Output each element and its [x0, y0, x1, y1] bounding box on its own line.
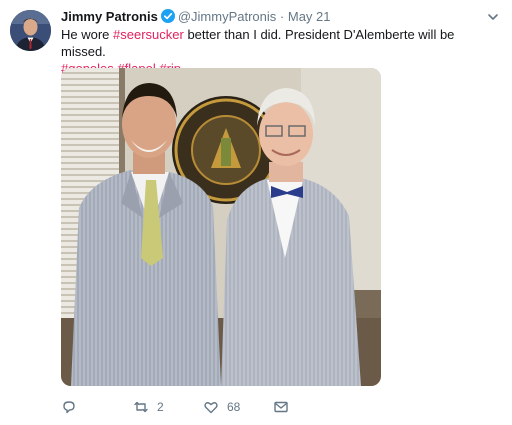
tweet-text-part: He wore: [61, 27, 114, 42]
tweet-actions: 2 68: [61, 396, 381, 418]
tweet-photo[interactable]: [61, 68, 381, 386]
tweet-header: Jimmy Patronis @JimmyPatronis · May 21: [61, 9, 331, 25]
like-count: 68: [227, 400, 241, 414]
tweet-date[interactable]: May 21: [288, 9, 331, 24]
user-handle[interactable]: @JimmyPatronis: [178, 9, 276, 24]
reply-icon: [63, 401, 75, 414]
profile-avatar[interactable]: [10, 10, 51, 51]
retweet-count: 2: [157, 400, 164, 414]
like-button[interactable]: 68: [203, 396, 240, 418]
tweet-card[interactable]: Jimmy Patronis @JimmyPatronis · May 21 He…: [0, 0, 512, 425]
heart-icon: [204, 402, 218, 414]
direct-message-button[interactable]: [273, 396, 297, 418]
retweet-button[interactable]: 2: [133, 396, 164, 418]
retweet-icon: [134, 401, 148, 413]
chevron-down-icon[interactable]: [486, 10, 500, 24]
envelope-icon: [274, 401, 288, 413]
header-separator: ·: [279, 9, 285, 24]
display-name[interactable]: Jimmy Patronis: [61, 9, 158, 24]
verified-badge-icon: [160, 9, 175, 23]
hashtag-link[interactable]: #seersucker: [113, 27, 184, 42]
reply-button[interactable]: [61, 396, 85, 418]
